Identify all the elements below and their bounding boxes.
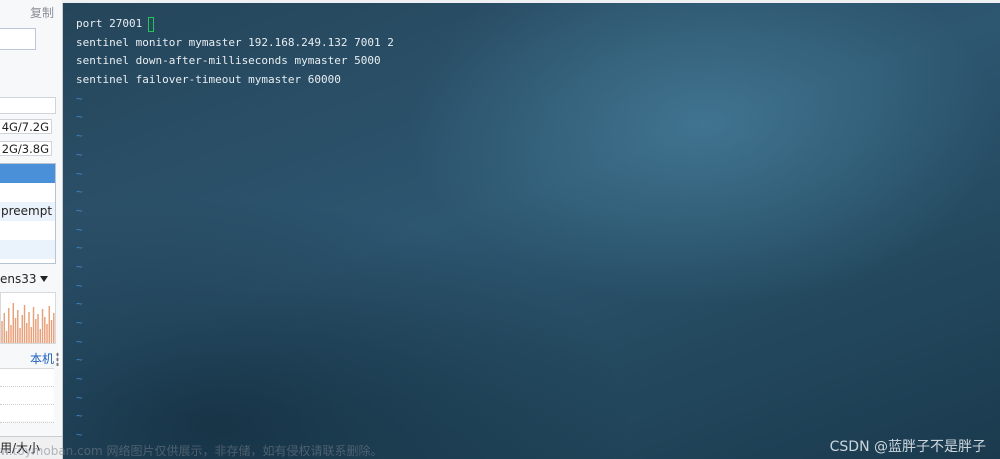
traffic-bar <box>28 312 30 343</box>
traffic-bar <box>8 308 10 343</box>
empty-line-marker: ~ <box>76 166 83 180</box>
buffer-line-2: sentinel monitor mymaster 192.168.249.13… <box>76 35 394 49</box>
traffic-bar <box>35 319 37 343</box>
status-field <box>0 97 56 114</box>
empty-line-marker: ~ <box>76 316 83 329</box>
empty-line-marker: ~ <box>76 241 83 255</box>
empty-line-marker: ~ <box>76 372 83 386</box>
buffer-line-1: port 27001 <box>76 15 394 34</box>
empty-line-marker: ~ <box>76 278 83 292</box>
traffic-bar <box>21 315 23 343</box>
traffic-bar <box>48 306 50 343</box>
empty-line-marker: ~ <box>76 91 83 105</box>
empty-line-marker: ~ <box>76 147 83 161</box>
empty-line-marker: ~ <box>76 222 83 236</box>
empty-line-marker: ~ <box>76 353 83 367</box>
disk-row[interactable] <box>0 369 54 387</box>
traffic-bar <box>10 325 12 343</box>
process-row-preempt[interactable]: preempt <box>0 202 55 221</box>
traffic-bar <box>32 307 35 343</box>
editor-buffer[interactable]: port 27001 sentinel monitor mymaster 192… <box>76 15 394 445</box>
memory-usage: 4G/7.2G <box>0 119 52 134</box>
local-host-link[interactable]: 本机 <box>30 350 54 367</box>
traffic-bar <box>37 314 39 343</box>
traffic-bar <box>46 324 48 343</box>
swap-usage: 2G/3.8G <box>0 141 52 156</box>
traffic-bar <box>39 329 41 343</box>
traffic-bar <box>17 310 19 343</box>
traffic-bar <box>26 323 28 343</box>
traffic-bar <box>53 313 55 343</box>
text-cursor <box>148 16 155 32</box>
traffic-bar <box>12 303 14 343</box>
buffer-line-text: port 27001 <box>76 17 143 30</box>
info-input-field[interactable] <box>0 28 36 50</box>
copy-button[interactable]: 复制 <box>30 4 54 21</box>
author-watermark: CSDN @蓝胖子不是胖子 <box>829 439 986 455</box>
process-row[interactable] <box>0 183 55 202</box>
empty-line-marker: ~ <box>76 129 83 143</box>
traffic-bar <box>5 331 8 343</box>
network-interface-select[interactable]: ens33 <box>0 270 54 288</box>
traffic-bar <box>3 313 5 343</box>
traffic-bar <box>23 305 26 343</box>
status-sidebar: 复制 4G/7.2G 2G/3.8G preempt ens33 本机 用/大小 <box>0 0 63 459</box>
process-row[interactable] <box>0 221 55 240</box>
traffic-bar <box>50 320 53 343</box>
disk-list <box>0 368 54 423</box>
empty-line-marker: ~ <box>76 203 83 217</box>
network-traffic-chart <box>0 292 56 344</box>
site-watermark: w.toymoban.com 网络图片仅供展示，非存储，如有侵权请联系删除。 <box>0 444 383 458</box>
buffer-line-4: sentinel failover-timeout mymaster 60000 <box>76 73 341 87</box>
app-window: 复制 4G/7.2G 2G/3.8G preempt ens33 本机 用/大小 <box>0 0 1000 459</box>
buffer-line-3: sentinel down-after-milliseconds mymaste… <box>76 54 381 68</box>
traffic-bar <box>19 328 21 343</box>
process-list: preempt <box>0 163 56 264</box>
empty-line-marker: ~ <box>76 390 83 404</box>
empty-line-marker: ~ <box>76 297 83 311</box>
disk-row[interactable] <box>0 405 54 423</box>
terminal-window[interactable]: port 27001 sentinel monitor mymaster 192… <box>63 3 1000 459</box>
caret-down-icon <box>40 276 48 282</box>
traffic-bar <box>41 309 44 343</box>
splitter-handle[interactable] <box>56 352 59 366</box>
empty-line-marker: ~ <box>76 110 83 124</box>
empty-line-marker: ~ <box>76 409 83 423</box>
process-row[interactable] <box>0 240 55 259</box>
traffic-bar <box>44 317 46 343</box>
process-row-selected[interactable] <box>0 164 55 183</box>
traffic-bar <box>1 321 3 343</box>
traffic-bar <box>14 318 17 343</box>
empty-line-marker: ~ <box>76 259 83 273</box>
empty-line-marker: ~ <box>76 334 83 348</box>
interface-label: ens33 <box>0 272 37 286</box>
traffic-bar <box>30 327 32 343</box>
disk-row[interactable] <box>0 387 54 405</box>
empty-line-marker: ~ <box>76 185 83 199</box>
